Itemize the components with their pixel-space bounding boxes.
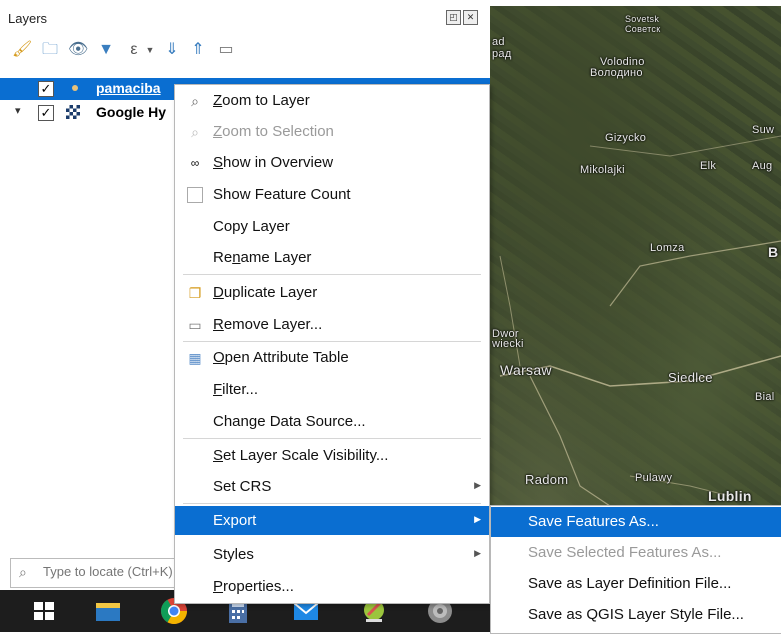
map-label: Bial (755, 391, 775, 403)
expand-all-icon[interactable]: ⇓ (162, 40, 182, 60)
menu-item-label: Open Attribute Table (213, 349, 349, 366)
menu-item-label: Zoom to Layer (213, 92, 310, 109)
layer-context-menu: ⌕ Zoom to Layer ⌕ Zoom to Selection ∞ Sh… (174, 84, 490, 604)
layer-name: Google Hy (96, 104, 167, 120)
menu-item-rename-layer[interactable]: Rename Layer (175, 243, 489, 272)
zoom-icon: ⌕ (191, 93, 199, 109)
map-label: Suw (752, 124, 775, 136)
menu-item-duplicate-layer[interactable]: ❐ Duplicate Layer (175, 278, 489, 307)
menu-item-label: Properties... (213, 578, 294, 595)
map-label: Pulawy (635, 472, 673, 484)
map-label: Radom (525, 472, 569, 487)
duplicate-icon: ❐ (188, 285, 202, 301)
menu-separator (183, 274, 481, 275)
menu-item-label: Zoom to Selection (213, 123, 334, 140)
map-label: рад (492, 48, 512, 60)
menu-item-label: Duplicate Layer (213, 284, 318, 301)
map-label: wiecki (492, 338, 524, 350)
map-label: Mikolajki (580, 164, 625, 176)
add-group-icon[interactable]: 🗀 (40, 40, 60, 60)
submenu-arrow-icon: ▶ (474, 548, 481, 558)
menu-separator (183, 503, 481, 504)
float-panel-button[interactable]: ◰ (446, 10, 461, 25)
menu-item-label: Rename Layer (213, 249, 312, 266)
menu-item-filter[interactable]: Filter... (175, 375, 489, 404)
map-label: Володино (590, 67, 643, 79)
menu-item-set-crs[interactable]: Set CRS ▶ (175, 472, 489, 501)
map-label: B (768, 244, 779, 260)
menu-item-remove-layer[interactable]: ▭ Remove Layer... (175, 310, 489, 339)
menu-item-change-data-source[interactable]: Change Data Source... (175, 407, 489, 436)
map-label: ad (492, 36, 505, 48)
style-manager-icon[interactable]: 🖌 (12, 40, 32, 60)
menu-separator (183, 341, 481, 342)
layer-visibility-checkbox[interactable]: ✓ (38, 105, 54, 121)
map-label: Gizycko (605, 132, 647, 144)
map-label: Sovetsk (625, 14, 660, 24)
menu-item-label: Change Data Source... (213, 413, 366, 430)
file-explorer-icon[interactable] (92, 595, 124, 627)
zoom-selection-icon: ⌕ (191, 124, 199, 140)
collapse-all-icon[interactable]: ⇑ (188, 40, 208, 60)
layer-name: pamaciba (96, 80, 161, 96)
menu-item-label: Show Feature Count (213, 186, 351, 203)
map-label: Советск (625, 24, 661, 34)
point-layer-icon (72, 85, 78, 91)
export-submenu: Save Features As... Save Selected Featur… (490, 505, 781, 634)
map-label: Siedlce (668, 370, 713, 385)
menu-item-set-layer-scale-visibility[interactable]: Set Layer Scale Visibility... (175, 441, 489, 470)
menu-separator (183, 438, 481, 439)
menu-item-label: Filter... (213, 381, 259, 398)
menu-item-label: Set CRS (213, 478, 272, 495)
raster-layer-icon (66, 105, 80, 119)
windows-start-icon[interactable] (28, 595, 60, 627)
submenu-item-label: Save as QGIS Layer Style File... (528, 606, 744, 623)
map-label: Elk (700, 160, 717, 172)
submenu-item-label: Save as Layer Definition File... (528, 575, 732, 592)
checkbox-icon[interactable] (187, 187, 203, 203)
collapse-arrow-icon[interactable]: ▾ (15, 104, 21, 117)
submenu-item-label: Save Selected Features As... (528, 544, 722, 561)
search-icon: ⌕ (19, 564, 27, 580)
submenu-arrow-icon: ▶ (474, 480, 481, 490)
menu-item-copy-layer[interactable]: Copy Layer (175, 212, 489, 241)
menu-item-label: Show in Overview (213, 154, 334, 171)
remove-icon: ▭ (188, 317, 202, 333)
locator-search[interactable]: ⌕ (10, 558, 192, 588)
submenu-item-save-selected-features-as[interactable]: Save Selected Features As... (491, 538, 781, 568)
menu-item-properties[interactable]: Properties... (175, 572, 489, 601)
filter-legend-icon[interactable]: ▼ (96, 40, 116, 60)
menu-item-export[interactable]: Export ▶ (175, 506, 489, 535)
layer-visibility-checkbox[interactable]: ✓ (38, 81, 54, 97)
remove-layer-icon[interactable]: ▭ (216, 40, 236, 60)
menu-item-zoom-to-layer[interactable]: ⌕ Zoom to Layer (175, 86, 489, 115)
menu-item-label: Styles (213, 546, 254, 563)
menu-item-styles[interactable]: Styles ▶ (175, 540, 489, 569)
panel-title: Layers (8, 11, 48, 26)
map-label: Aug (752, 160, 773, 172)
search-input[interactable] (41, 563, 191, 580)
submenu-item-label: Save Features As... (528, 513, 659, 530)
menu-item-label: Export (213, 512, 257, 529)
manage-visibility-icon[interactable]: 👁 (68, 40, 88, 60)
close-panel-button[interactable]: ✕ (463, 10, 478, 25)
menu-item-label: Copy Layer (213, 218, 290, 235)
menu-item-show-in-overview[interactable]: ∞ Show in Overview (175, 148, 489, 177)
menu-item-open-attribute-table[interactable]: ▦ Open Attribute Table (175, 343, 489, 372)
menu-item-zoom-to-selection[interactable]: ⌕ Zoom to Selection (175, 117, 489, 146)
map-label: Lublin (708, 488, 752, 504)
map-label: Warsaw (500, 362, 552, 378)
dropdown-arrow-icon[interactable]: ▼ (140, 40, 160, 60)
table-icon: ▦ (188, 350, 202, 366)
submenu-arrow-icon: ▶ (474, 514, 481, 524)
menu-item-label: Set Layer Scale Visibility... (213, 447, 389, 464)
map-label: Lomza (650, 242, 685, 254)
submenu-item-save-qgis-style[interactable]: Save as QGIS Layer Style File... (491, 600, 781, 630)
submenu-item-save-features-as[interactable]: Save Features As... (491, 507, 781, 537)
menu-item-label: Remove Layer... (213, 316, 323, 333)
menu-item-show-feature-count[interactable]: Show Feature Count (175, 180, 489, 209)
submenu-item-save-layer-definition[interactable]: Save as Layer Definition File... (491, 569, 781, 599)
overview-icon: ∞ (190, 156, 200, 170)
